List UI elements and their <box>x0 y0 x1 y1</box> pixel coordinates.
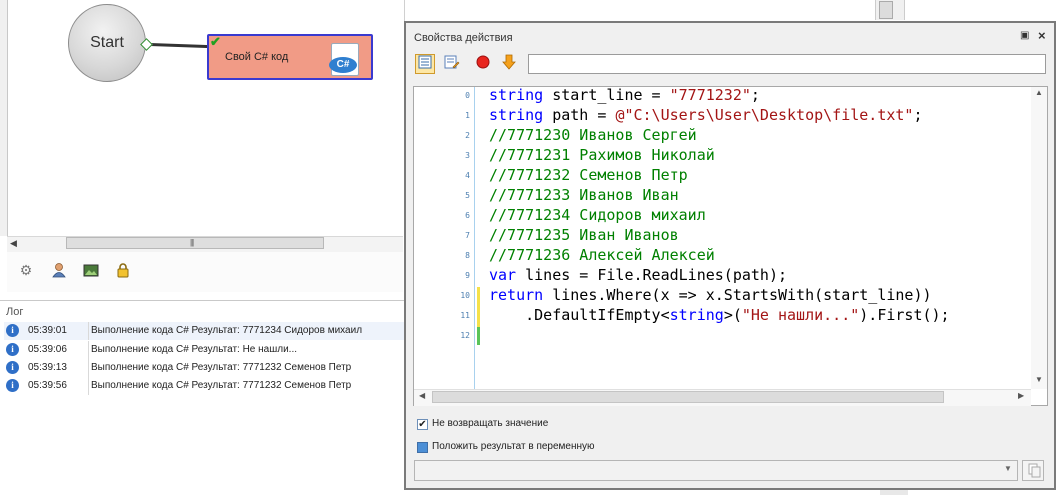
code-line[interactable]: .DefaultIfEmpty<string>("Не нашли...").F… <box>489 305 950 325</box>
put-result-in-variable-label: Положить результат в переменную <box>432 441 595 452</box>
code-text: ; <box>913 106 923 124</box>
run-arrow-down-button[interactable] <box>499 54 519 74</box>
code-keyword: return <box>489 286 544 304</box>
log-message: Выполнение кода C# Результат: 7771234 Си… <box>88 322 362 340</box>
log-row[interactable]: i 05:39:01 Выполнение кода C# Результат:… <box>4 322 404 340</box>
code-text: >( <box>723 306 742 324</box>
code-text: path = <box>543 106 616 124</box>
code-comment[interactable]: //7771233 Иванов Иван <box>489 185 679 205</box>
info-icon: i <box>6 324 19 337</box>
code-line[interactable]: string start_line = "7771232"; <box>489 85 760 105</box>
code-text: lines = File.ReadLines(path); <box>516 266 788 284</box>
action-node-csharp[interactable]: ✔ Свой C# код C# <box>207 34 373 80</box>
line-number: 6 <box>465 211 470 220</box>
line-number: 9 <box>465 271 470 280</box>
line-number: 10 <box>460 291 470 300</box>
code-string: @"C:\Users\User\Desktop\file.txt" <box>615 106 914 124</box>
code-keyword: string <box>489 86 544 104</box>
log-time: 05:39:06 <box>28 344 67 355</box>
no-return-value-label: Не возвращать значение <box>432 418 549 429</box>
code-comment[interactable]: //7771235 Иван Иванов <box>489 225 679 245</box>
log-time: 05:39:01 <box>28 325 67 336</box>
restore-window-icon[interactable]: ▣ <box>1020 30 1029 41</box>
scroll-down-arrow-icon[interactable]: ▼ <box>1035 375 1043 384</box>
csharp-file-icon: C# <box>329 43 359 76</box>
log-message: Выполнение кода C# Результат: 7771232 Се… <box>88 377 351 395</box>
copy-variable-button[interactable] <box>1022 460 1044 481</box>
info-icon: i <box>6 379 19 392</box>
result-variable-select[interactable] <box>414 460 1018 481</box>
code-comment[interactable]: //7771230 Иванов Сергей <box>489 125 697 145</box>
code-comment[interactable]: //7771232 Семенов Петр <box>489 165 688 185</box>
no-return-value-checkbox[interactable]: ✔ <box>417 419 428 430</box>
line-number: 7 <box>465 231 470 240</box>
dialog-toolbar-input[interactable] <box>528 54 1046 74</box>
code-comment[interactable]: //7771231 Рахимов Николай <box>489 145 715 165</box>
gutter-separator <box>474 87 475 390</box>
scroll-left-arrow-icon[interactable]: ◀ <box>10 238 17 249</box>
code-comment[interactable]: //7771236 Алексей Алексей <box>489 245 715 265</box>
background-scroll-thumb[interactable] <box>879 1 893 19</box>
action-node-label: Свой C# код <box>225 51 289 63</box>
check-icon: ✔ <box>210 34 221 49</box>
line-number: 12 <box>460 331 470 340</box>
log-title: Лог <box>6 306 24 318</box>
stop-button[interactable] <box>473 54 493 74</box>
code-comment[interactable]: //7771234 Сидоров михаил <box>489 205 706 225</box>
modified-lines-marker <box>477 287 480 327</box>
log-time: 05:39:13 <box>28 362 67 373</box>
line-number: 5 <box>465 191 470 200</box>
code-keyword: string <box>489 106 544 124</box>
canvas-scroll-thumb[interactable] <box>66 237 324 249</box>
code-text: .DefaultIfEmpty< <box>489 306 670 324</box>
properties-view-button[interactable] <box>415 54 435 74</box>
info-icon: i <box>6 361 19 374</box>
put-result-in-variable-checkbox[interactable] <box>417 442 428 453</box>
line-number: 8 <box>465 251 470 260</box>
close-icon[interactable]: × <box>1038 28 1046 43</box>
log-message: Выполнение кода C# Результат: 7771232 Се… <box>88 359 351 377</box>
line-number: 3 <box>465 151 470 160</box>
canvas-left-edge <box>0 0 8 236</box>
saved-lines-marker <box>477 327 480 345</box>
editor-vertical-scrollbar[interactable] <box>1031 87 1047 389</box>
code-text: lines.Where(x => x.StartsWith(start_line… <box>543 286 932 304</box>
user-icon[interactable] <box>51 262 67 278</box>
start-node[interactable]: Start <box>68 4 146 82</box>
line-number: 1 <box>465 111 470 120</box>
code-string: "7771232" <box>669 86 751 104</box>
lock-icon[interactable] <box>115 262 131 278</box>
editor-scroll-thumb[interactable] <box>432 391 944 403</box>
scroll-right-arrow-icon[interactable]: ▶ <box>1018 391 1024 400</box>
log-row[interactable]: i 05:39:13 Выполнение кода C# Результат:… <box>4 359 404 377</box>
code-keyword: string <box>669 306 724 324</box>
line-number: 4 <box>465 171 470 180</box>
code-line[interactable]: var lines = File.ReadLines(path); <box>489 265 787 285</box>
log-row[interactable]: i 05:39:56 Выполнение кода C# Результат:… <box>4 377 404 395</box>
code-string: "Не нашли..." <box>741 306 860 324</box>
code-line[interactable]: string path = @"C:\Users\User\Desktop\fi… <box>489 105 922 125</box>
log-time: 05:39:56 <box>28 380 67 391</box>
edit-code-button[interactable] <box>442 54 462 74</box>
scroll-grip-icon: ||| <box>190 238 194 247</box>
scroll-left-arrow-icon[interactable]: ◀ <box>419 391 425 400</box>
line-number: 11 <box>460 311 470 320</box>
gear-icon[interactable]: ⚙ <box>18 262 34 278</box>
csharp-badge: C# <box>329 57 357 73</box>
code-line[interactable]: return lines.Where(x => x.StartsWith(sta… <box>489 285 932 305</box>
chevron-down-icon[interactable]: ▼ <box>1004 464 1012 473</box>
line-number: 2 <box>465 131 470 140</box>
log-message: Выполнение кода C# Результат: Не нашли..… <box>88 341 297 359</box>
code-text: start_line = <box>543 86 670 104</box>
code-text: ).First(); <box>859 306 950 324</box>
code-keyword: var <box>489 266 517 284</box>
info-icon: i <box>6 343 19 356</box>
picture-icon[interactable] <box>83 262 99 278</box>
code-text: ; <box>750 86 760 104</box>
scroll-up-arrow-icon[interactable]: ▲ <box>1035 88 1043 97</box>
start-node-label: Start <box>90 34 124 51</box>
dialog-title: Свойства действия <box>414 32 513 44</box>
log-row[interactable]: i 05:39:06 Выполнение кода C# Результат:… <box>4 341 404 359</box>
line-number: 0 <box>465 91 470 100</box>
